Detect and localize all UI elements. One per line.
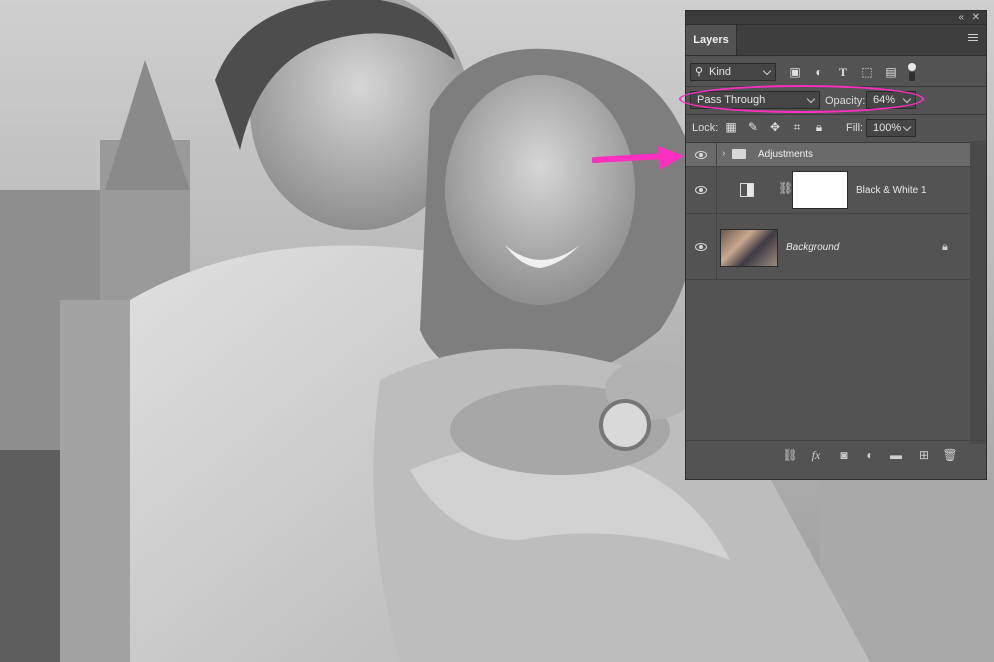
adjustment-layer-filter-icon[interactable]: ◐ [812, 65, 826, 79]
filter-toggle[interactable] [908, 63, 916, 81]
panel-title-strip: « ✕ [686, 11, 986, 25]
layers-panel: « ✕ Layers ⚲ Kind ▣ ◐ T ⬚ ▤ Pass Through… [685, 10, 987, 480]
layer-thumbnail[interactable] [720, 229, 778, 267]
chevron-down-icon [806, 94, 816, 104]
opacity-label: Opacity: [825, 95, 866, 107]
opacity-input[interactable]: 64% [866, 91, 916, 109]
visibility-cell[interactable] [686, 214, 717, 279]
lock-all-icon[interactable]: 🔒︎ [812, 120, 826, 134]
add-mask-icon[interactable]: ◙ [836, 447, 852, 463]
lock-transparent-pixels-icon[interactable]: ▦ [724, 120, 738, 134]
fill-value: 100% [873, 122, 902, 134]
layer-row-background[interactable]: Background 🔒︎ [686, 214, 970, 280]
fx-icon[interactable]: fx [808, 447, 824, 463]
layer-mask-thumbnail[interactable] [792, 171, 848, 209]
filter-row: ⚲ Kind ▣ ◐ T ⬚ ▤ [686, 59, 986, 85]
lock-position-icon[interactable]: ✥ [768, 120, 782, 134]
shape-layer-filter-icon[interactable]: ⬚ [860, 65, 874, 79]
chevron-down-icon[interactable] [902, 94, 912, 104]
layers-scrollbar[interactable] [970, 141, 986, 444]
layer-row-black-white[interactable]: ⛓ Black & White 1 [686, 167, 970, 214]
link-icon[interactable]: ⛓ [778, 181, 793, 195]
tab-layers[interactable]: Layers [686, 25, 737, 55]
blend-mode-select[interactable]: Pass Through [690, 91, 820, 109]
opacity-value: 64% [873, 94, 896, 106]
lock-icon: 🔒︎ [942, 241, 948, 253]
visibility-cell[interactable] [686, 167, 717, 213]
delete-layer-icon[interactable]: 🗑︎ [942, 447, 958, 463]
visibility-cell[interactable] [686, 143, 717, 166]
fill-input[interactable]: 100% [866, 119, 916, 137]
eye-icon[interactable] [695, 186, 707, 194]
layers-bottom-toolbar: ⛓ fx ◙ ◐ ▬ ⊞ 🗑︎ [686, 440, 986, 469]
blend-row: Pass Through Opacity: 64% [686, 87, 986, 113]
chevron-down-icon[interactable] [902, 122, 912, 132]
lock-label: Lock: [692, 122, 719, 134]
eye-icon[interactable] [695, 151, 707, 159]
lock-artboard-icon[interactable]: ⌗ [790, 120, 804, 134]
lock-row: Lock: ▦ ✎ ✥ ⌗ 🔒︎ Fill: 100% [686, 115, 986, 141]
search-icon: ⚲ [695, 66, 704, 78]
new-group-icon[interactable]: ▬ [888, 447, 904, 463]
blend-mode-value: Pass Through [697, 94, 766, 106]
arrow-annotation [592, 146, 684, 170]
type-layer-filter-icon[interactable]: T [836, 65, 850, 79]
chevron-down-icon [762, 66, 772, 76]
collapse-icon[interactable]: « [958, 11, 964, 24]
new-layer-icon[interactable]: ⊞ [916, 447, 932, 463]
panel-menu-icon[interactable] [968, 34, 978, 43]
layer-row-adjustments[interactable]: › Adjustments [686, 143, 970, 167]
filter-kind-label: Kind [709, 66, 732, 78]
fill-label: Fill: [846, 122, 864, 134]
black-white-adjustment-icon [740, 183, 754, 197]
lock-image-pixels-icon[interactable]: ✎ [746, 120, 760, 134]
folder-icon [732, 149, 746, 159]
layer-name: Background [786, 242, 840, 253]
eye-icon[interactable] [695, 243, 707, 251]
filter-kind-select[interactable]: ⚲ Kind [690, 63, 776, 81]
new-adjustment-layer-icon[interactable]: ◐ [862, 447, 878, 463]
layer-name: Adjustments [758, 149, 814, 160]
layer-name: Black & White 1 [856, 185, 927, 196]
chevron-right-icon[interactable]: › [722, 148, 725, 159]
link-layers-icon[interactable]: ⛓ [782, 447, 798, 463]
panel-tab-bar: Layers [686, 25, 986, 56]
close-icon[interactable]: ✕ [972, 11, 980, 24]
smart-object-filter-icon[interactable]: ▤ [884, 65, 898, 79]
pixel-layer-filter-icon[interactable]: ▣ [788, 65, 802, 79]
